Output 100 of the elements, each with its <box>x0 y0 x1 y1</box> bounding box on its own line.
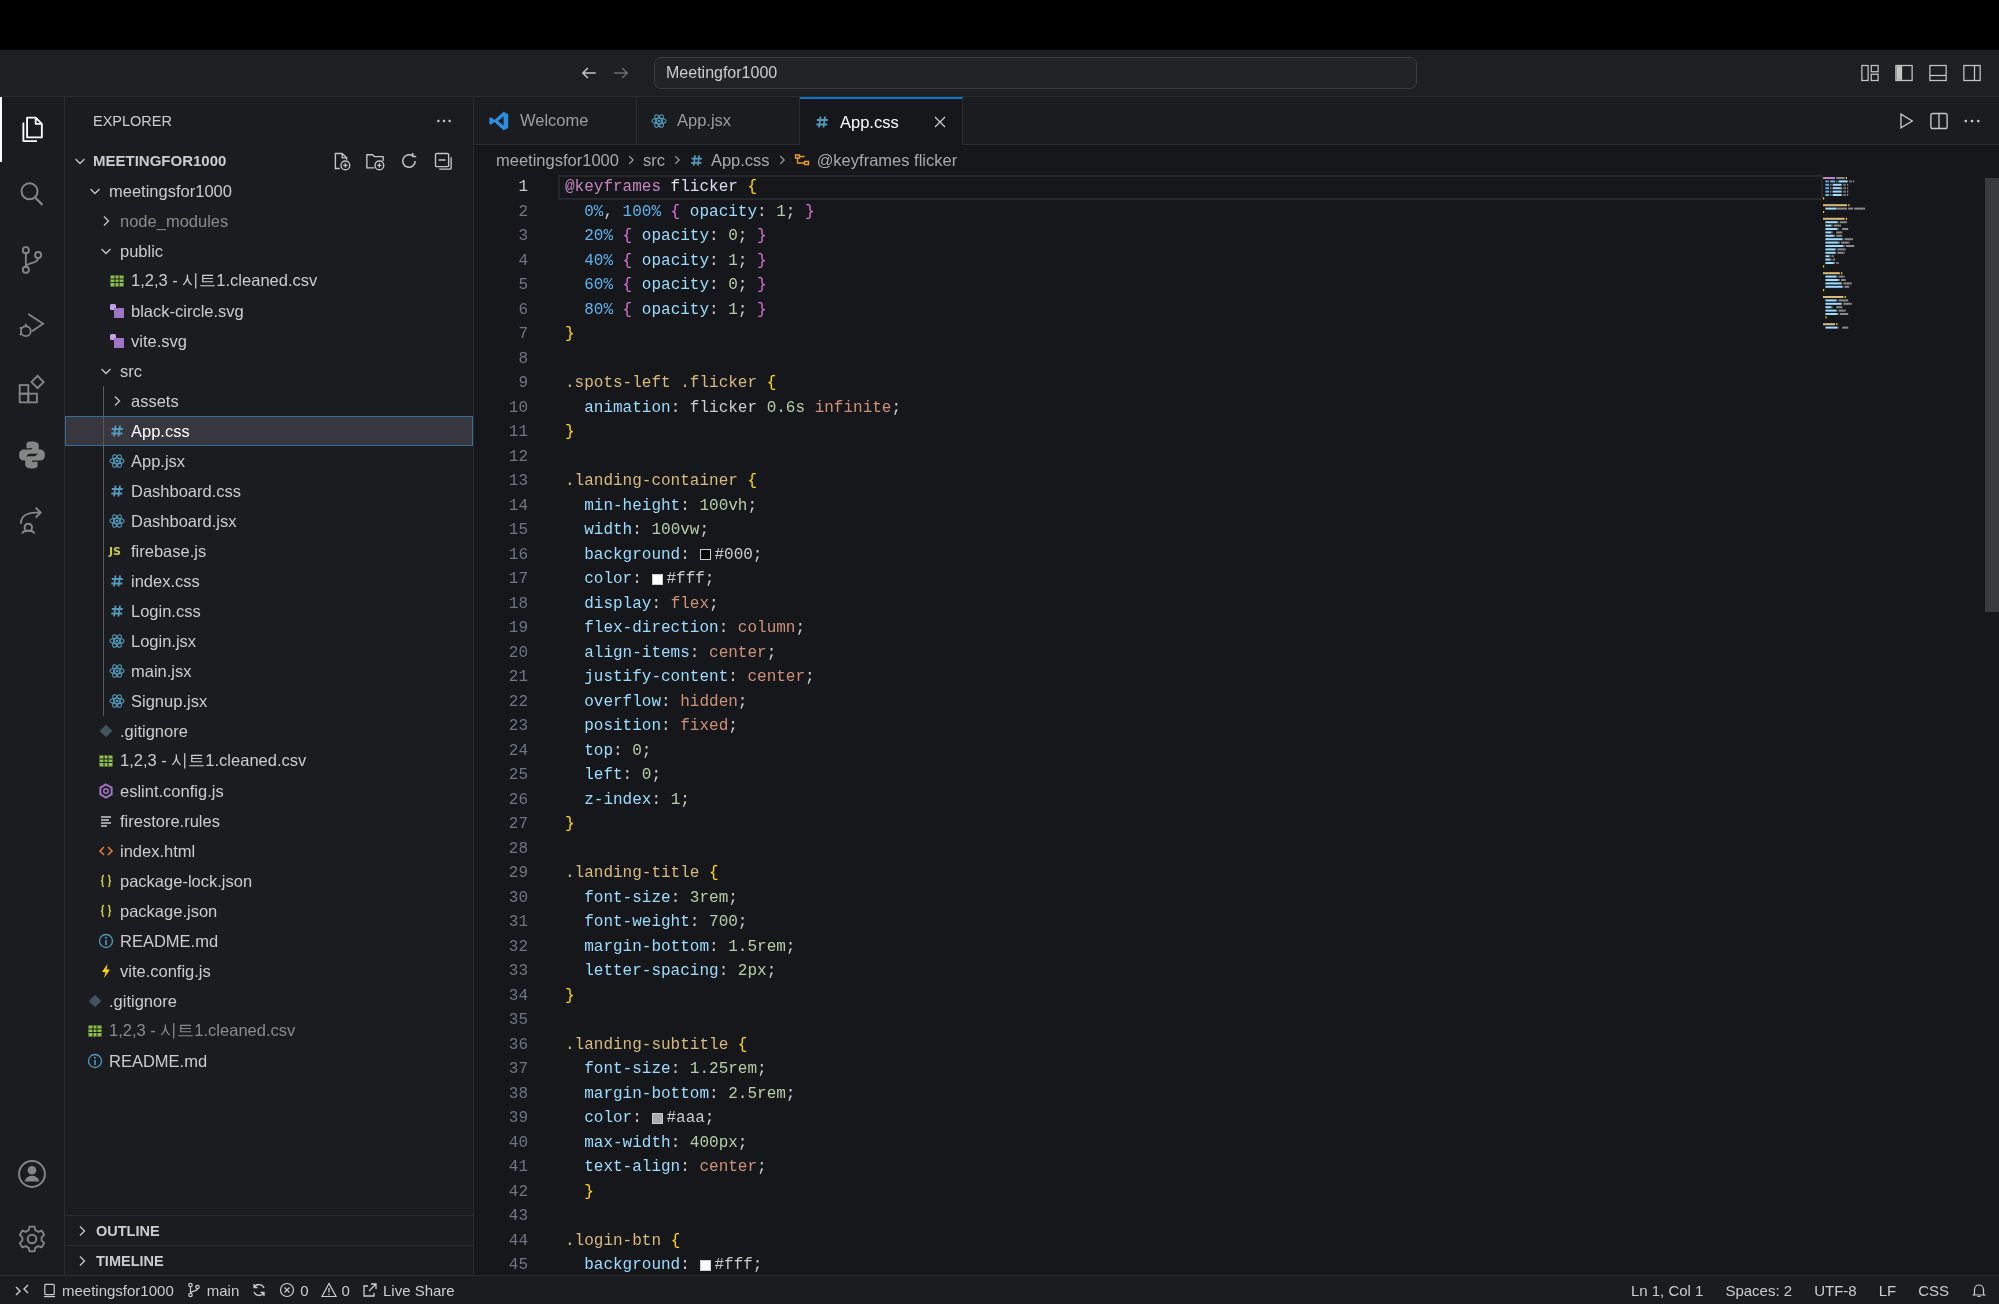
status-item[interactable]: Live Share <box>361 1281 455 1299</box>
tree-item[interactable]: black-circle.svg <box>65 296 473 326</box>
tree-item[interactable]: Login.css <box>65 596 473 626</box>
tree-item[interactable]: index.html <box>65 836 473 866</box>
line-number: 26 <box>507 790 528 809</box>
branch-icon <box>185 1282 202 1298</box>
status-item[interactable]: 0 <box>320 1281 350 1299</box>
line-number: 36 <box>507 1035 528 1054</box>
tree-item[interactable]: index.css <box>65 566 473 596</box>
tree-item[interactable]: Signup.jsx <box>65 686 473 716</box>
tree-item[interactable]: vite.config.js <box>65 956 473 986</box>
device-icon <box>42 1282 57 1298</box>
tree-item[interactable]: Dashboard.css <box>65 476 473 506</box>
code-text: z-index: 1; <box>583 790 690 809</box>
split-editor-icon[interactable] <box>1929 110 1949 131</box>
code-text: color: <box>583 570 643 589</box>
breadcrumb-item[interactable]: @keyframes flicker <box>793 150 958 170</box>
section-header[interactable]: MEETINGFOR1000 <box>72 152 227 169</box>
remote-icon[interactable] <box>14 1282 30 1298</box>
tree-item[interactable]: eslint.config.js <box>65 776 473 806</box>
secondary-sidebar-icon[interactable] <box>1962 63 1982 83</box>
tree-item[interactable]: .gitignore <box>65 716 473 746</box>
tree-item[interactable]: package-lock.json <box>65 866 473 896</box>
tree-item[interactable]: Login.jsx <box>65 626 473 656</box>
tree-item[interactable]: public <box>65 236 473 266</box>
braces-icon <box>98 903 114 919</box>
tree-item[interactable]: README.md <box>65 926 473 956</box>
tree-item[interactable]: Dashboard.jsx <box>65 506 473 536</box>
color-swatch-icon[interactable] <box>700 1259 712 1271</box>
code-text: .landing-subtitle { <box>565 1035 748 1054</box>
sync-icon[interactable] <box>251 1282 268 1298</box>
hash-icon <box>109 423 125 439</box>
color-swatch-icon[interactable] <box>652 573 664 585</box>
status-item[interactable]: Spaces: 2 <box>1725 1281 1793 1299</box>
code-text: 80% { opacity: 1; } <box>583 300 767 319</box>
tree-item[interactable]: assets <box>65 386 473 416</box>
code-text: min-height: 100vh; <box>583 496 758 515</box>
tab[interactable]: Welcome <box>474 97 637 144</box>
code-text: left: 0; <box>583 766 662 785</box>
tree-item[interactable]: App.jsx <box>65 446 473 476</box>
code-text: .login-btn { <box>565 1231 681 1250</box>
tree-item[interactable]: 1,2,3 - 시트1.cleaned.csv <box>65 746 473 776</box>
panel-toggle-icon[interactable] <box>1928 63 1948 83</box>
code-text: @keyframes flicker { <box>565 178 758 197</box>
status-item[interactable]: Ln 1, Col 1 <box>1630 1281 1704 1299</box>
line-number: 42 <box>507 1182 528 1201</box>
close-icon[interactable] <box>932 114 948 130</box>
shapes-icon <box>109 303 125 319</box>
account-icon[interactable] <box>16 1157 48 1190</box>
line-number: 11 <box>507 423 528 442</box>
tree-item[interactable]: 1,2,3 - 시트1.cleaned.csv <box>65 266 473 296</box>
code-text: .landing-container { <box>565 472 758 491</box>
code-text: #aaa; <box>666 1109 715 1128</box>
breadcrumb-item[interactable]: src <box>642 150 665 170</box>
tree-item[interactable]: 1,2,3 - 시트1.cleaned.csv <box>65 1016 473 1046</box>
tree-item[interactable]: src <box>65 356 473 386</box>
code-text: background: <box>583 1256 691 1275</box>
collapse-icon[interactable] <box>433 150 453 171</box>
tree-item[interactable]: App.css <box>65 416 473 446</box>
tree-item[interactable]: main.jsx <box>65 656 473 686</box>
tree-item[interactable]: JS firebase.js <box>65 536 473 566</box>
code-text: text-align: center; <box>583 1158 767 1177</box>
line-number: 7 <box>517 325 528 344</box>
sidebar-toggle-icon[interactable] <box>1894 63 1914 83</box>
status-item[interactable]: meetingsfor1000 <box>42 1281 174 1299</box>
breadcrumb-item[interactable]: App.css <box>688 150 770 170</box>
status-item[interactable]: UTF-8 <box>1814 1281 1857 1299</box>
line-number: 21 <box>507 668 528 687</box>
line-number: 20 <box>507 643 528 662</box>
line-number: 43 <box>507 1207 528 1226</box>
error-icon <box>279 1282 296 1298</box>
status-item[interactable]: CSS <box>1918 1281 1949 1299</box>
code-text: #000; <box>714 545 763 564</box>
layout-icon[interactable] <box>1860 63 1880 83</box>
color-swatch-icon[interactable] <box>700 549 712 561</box>
tree-item[interactable]: firestore.rules <box>65 806 473 836</box>
line-number: 25 <box>507 766 528 785</box>
tree-item[interactable]: .gitignore <box>65 986 473 1016</box>
bell-icon[interactable] <box>1971 1282 1987 1298</box>
line-number: 30 <box>507 888 528 907</box>
tree-item[interactable]: package.json <box>65 896 473 926</box>
status-item[interactable]: main <box>185 1281 240 1299</box>
scrollbar-thumb[interactable] <box>1985 178 1999 612</box>
section-header[interactable]: OUTLINE <box>65 1215 473 1245</box>
status-item[interactable]: LF <box>1878 1281 1897 1299</box>
tab[interactable]: App.css <box>800 97 963 145</box>
tree-item[interactable]: node_modules <box>65 206 473 236</box>
color-swatch-icon[interactable] <box>652 1112 664 1124</box>
tree-item[interactable]: vite.svg <box>65 326 473 356</box>
tree-item[interactable]: meetingsfor1000 <box>65 176 473 206</box>
hash-icon <box>109 603 125 619</box>
refresh-icon[interactable] <box>399 150 419 171</box>
warning-icon <box>320 1282 337 1298</box>
status-item[interactable]: 0 <box>279 1281 309 1299</box>
tree-item[interactable]: README.md <box>65 1046 473 1076</box>
breadcrumb-item[interactable]: meetingsfor1000 <box>496 150 619 170</box>
line-number: 31 <box>507 913 528 932</box>
command-center-field[interactable]: Meetingfor1000 <box>654 57 1417 89</box>
line-number: 12 <box>507 447 528 466</box>
code-text: } <box>583 1182 594 1201</box>
